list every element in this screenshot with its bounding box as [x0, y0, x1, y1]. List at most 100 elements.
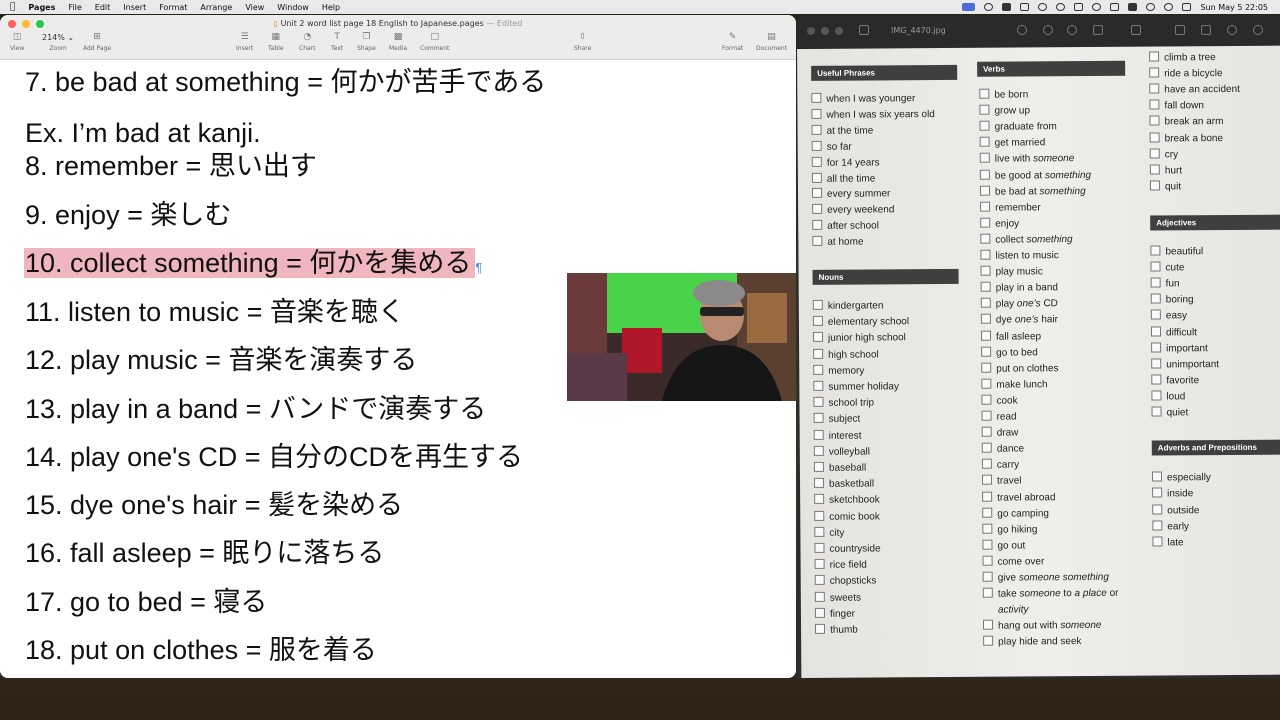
text-button[interactable]: T Text — [331, 32, 343, 53]
doc-line-11[interactable]: 11. listen to music = 音楽を聴く — [25, 296, 405, 328]
screen-record-icon[interactable] — [962, 3, 976, 11]
bluetooth-icon[interactable] — [1038, 3, 1048, 11]
menu-insert[interactable]: Insert — [123, 3, 146, 12]
adverb-item: early — [1152, 520, 1189, 533]
phrase-item: at home — [812, 236, 863, 249]
col3-item: ride a bicycle — [1149, 67, 1222, 81]
media-button[interactable]: ▩ Media — [389, 33, 407, 53]
verb-item: go camping — [982, 507, 1049, 520]
doc-line-9[interactable]: 9. enjoy = 楽しむ — [25, 199, 231, 231]
layout-icon[interactable] — [1020, 3, 1030, 11]
zoom-in-icon[interactable] — [1067, 25, 1077, 35]
doc-line-13[interactable]: 13. play in a band = バンドで演奏する — [25, 393, 486, 425]
adjective-item: important — [1151, 342, 1208, 355]
menubar-clock[interactable]: Sun May 5 22:05 — [1200, 3, 1268, 12]
pages-toolbar: ▯ Unit 2 word list page 18 English to Ja… — [0, 15, 796, 60]
shape-button[interactable]: ❐ Shape — [357, 33, 376, 53]
share-icon: ⇧ — [578, 32, 587, 42]
verb-item: hang out with someone — [983, 619, 1101, 633]
verb-item: activity — [997, 604, 1029, 616]
selection-highlight[interactable]: 10. collect something = 何かを集める — [24, 248, 476, 278]
menu-window[interactable]: Window — [277, 3, 309, 12]
wifi-icon[interactable] — [1146, 3, 1156, 11]
preview-toolbar: IMG_4470.jpg — [797, 15, 1280, 49]
rotate-icon[interactable] — [1175, 25, 1185, 35]
window-icon[interactable] — [1002, 3, 1012, 11]
zoom-out-icon[interactable] — [1043, 25, 1053, 35]
comment-button[interactable]: □ Comment — [420, 32, 449, 53]
preview-close-button[interactable] — [807, 27, 815, 35]
preview-window-controls — [807, 27, 843, 35]
doc-line-7[interactable]: 7. be bad at something = 何かが苦手である — [25, 66, 546, 98]
table-button[interactable]: ▦ Table — [268, 33, 284, 53]
doc-example-line[interactable]: Ex. I’m bad at kanji. — [25, 117, 261, 149]
noun-item: elementary school — [813, 315, 909, 329]
menu-format[interactable]: Format — [159, 3, 187, 12]
verb-item: travel abroad — [982, 491, 1055, 505]
preview-zoom-button[interactable] — [835, 27, 843, 35]
verb-item: play music — [981, 265, 1043, 278]
noun-item: interest — [814, 429, 862, 442]
app-menu[interactable]: Pages — [28, 3, 55, 12]
doc-line-17[interactable]: 17. go to bed = 寝る — [25, 586, 267, 618]
search-icon[interactable] — [1253, 25, 1263, 35]
verb-item: play in a band — [981, 281, 1058, 295]
chart-button[interactable]: ◔ Chart — [299, 33, 316, 53]
doc-line-15[interactable]: 15. dye one's hair = 髪を染める — [25, 489, 403, 521]
menu-view[interactable]: View — [245, 3, 264, 12]
doc-line-18[interactable]: 18. put on clothes = 服を着る — [25, 634, 377, 666]
comment-icon: □ — [430, 32, 439, 42]
share-button[interactable]: ⇧ Share — [574, 32, 591, 53]
info-icon[interactable] — [1017, 25, 1027, 35]
menu-arrange[interactable]: Arrange — [200, 3, 232, 12]
phrase-item: every weekend — [812, 204, 894, 218]
status-icon[interactable] — [984, 3, 994, 11]
annotate-icon[interactable] — [1227, 25, 1237, 35]
adjective-item: boring — [1151, 294, 1194, 307]
clock-icon[interactable] — [1056, 3, 1066, 11]
control-center-icon[interactable] — [1182, 3, 1192, 11]
noun-item: basketball — [814, 478, 874, 491]
siri-icon[interactable] — [1092, 3, 1102, 11]
doc-line-10-selected[interactable]: 10. collect something = 何かを集める ¶ — [24, 247, 482, 284]
display-icon[interactable] — [1074, 3, 1084, 11]
menu-bar:  Pages File Edit Insert Format Arrange … — [0, 0, 1280, 14]
verb-item: take someone to a place or — [983, 587, 1119, 601]
col3-item: fall down — [1149, 99, 1204, 112]
text-icon: T — [334, 32, 340, 42]
doc-line-16[interactable]: 16. fall asleep = 眠りに落ちる — [25, 537, 384, 569]
format-button[interactable]: ✎ Format — [722, 33, 743, 53]
add-page-button[interactable]: ⊞ Add Page — [83, 33, 111, 53]
battery-icon[interactable] — [1110, 3, 1120, 11]
menu-help[interactable]: Help — [322, 3, 340, 12]
menu-edit[interactable]: Edit — [95, 3, 111, 12]
doc-line-12[interactable]: 12. play music = 音楽を演奏する — [25, 344, 417, 376]
adjective-item: favorite — [1151, 374, 1199, 387]
preview-minimize-button[interactable] — [821, 27, 829, 35]
markup-icon[interactable] — [1201, 25, 1211, 35]
view-button[interactable]: ◫ View — [10, 33, 24, 53]
zoom-menu[interactable]: 214% ⌄ Zoom — [42, 33, 74, 52]
share-icon[interactable] — [1093, 25, 1103, 35]
noun-item: comic book — [814, 510, 880, 523]
verb-item: come over — [983, 555, 1045, 568]
menu-file[interactable]: File — [68, 3, 81, 12]
input-source-icon[interactable] — [1128, 3, 1138, 11]
noun-item: chopsticks — [815, 575, 877, 588]
apple-menu-icon[interactable]:  — [10, 2, 15, 12]
verb-item: remember — [980, 201, 1041, 214]
document-button[interactable]: ▤ Document — [756, 33, 787, 53]
doc-line-8[interactable]: 8. remember = 思い出す — [25, 150, 317, 182]
preview-sidebar-icon[interactable] — [859, 25, 869, 35]
markup-pen-icon[interactable] — [1131, 25, 1141, 35]
doc-line-14[interactable]: 14. play one's CD = 自分のCDを再生する — [25, 441, 523, 473]
col3-item: have an accident — [1149, 83, 1240, 97]
phrase-item: after school — [812, 220, 879, 233]
verb-item: go to bed — [981, 346, 1038, 359]
noun-item: high school — [813, 348, 879, 361]
verb-item: go hiking — [982, 523, 1037, 536]
phrase-item: for 14 years — [812, 156, 880, 169]
search-icon[interactable] — [1164, 3, 1174, 11]
noun-item: kindergarten — [813, 299, 884, 312]
insert-button[interactable]: ☰ Insert — [236, 33, 253, 53]
